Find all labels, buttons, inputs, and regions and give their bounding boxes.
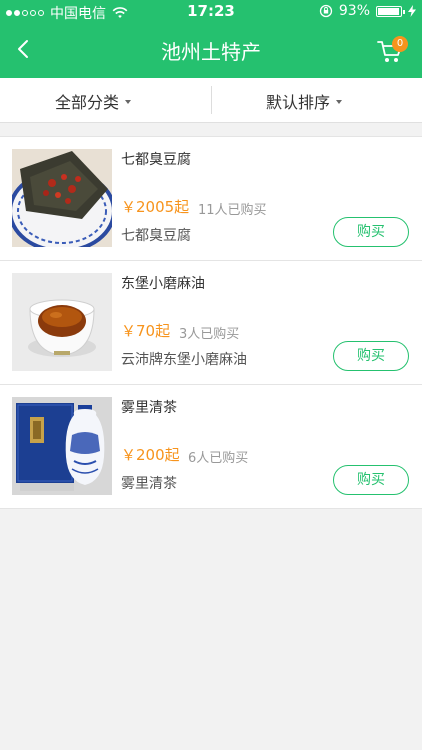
status-right: 93% <box>319 3 416 19</box>
product-image-tea[interactable] <box>12 397 112 495</box>
battery-icon <box>376 5 405 17</box>
category-filter[interactable]: 全部分类 <box>55 89 132 113</box>
filter-bar: 全部分类 默认排序 <box>0 78 422 123</box>
caret-down-icon <box>125 100 132 104</box>
buy-button[interactable]: 购买 <box>333 465 409 495</box>
caret-down-icon <box>336 100 343 104</box>
product-name: 东堡小磨麻油 <box>121 276 205 292</box>
buy-button[interactable]: 购买 <box>333 341 409 371</box>
product-image-stinky-tofu[interactable] <box>12 149 112 247</box>
category-filter-label: 全部分类 <box>55 93 120 112</box>
product-price: ￥70起 <box>121 322 171 340</box>
product-image-sesame-oil[interactable] <box>12 273 112 371</box>
sort-filter[interactable]: 默认排序 <box>266 89 343 113</box>
product-name: 七都臭豆腐 <box>121 152 191 168</box>
product-subtitle: 雾里清茶 <box>121 476 177 492</box>
product-price: ￥200起 <box>121 446 180 464</box>
battery-percent: 93% <box>338 3 370 19</box>
product-item[interactable]: 东堡小磨麻油 ￥70起 3人已购买 云沛牌东堡小磨麻油 购买 <box>0 261 422 385</box>
product-list: 七都臭豆腐 ￥2005起 11人已购买 七都臭豆腐 购买 东堡小磨麻油 ￥70起… <box>0 136 422 509</box>
product-sold-count: 3人已购买 <box>179 327 240 342</box>
product-item[interactable]: 七都臭豆腐 ￥2005起 11人已购买 七都臭豆腐 购买 <box>0 137 422 261</box>
top-bar: 中国电信 17:23 93% 池州土特产 0 <box>0 0 422 78</box>
status-bar: 中国电信 17:23 93% <box>0 0 422 22</box>
product-sold-count: 6人已购买 <box>188 451 249 466</box>
product-subtitle: 云沛牌东堡小磨麻油 <box>121 352 247 368</box>
product-name: 雾里清茶 <box>121 400 177 416</box>
product-subtitle: 七都臭豆腐 <box>121 228 191 244</box>
page-title: 池州土特产 <box>161 40 261 64</box>
nav-bar: 池州土特产 0 <box>0 22 422 78</box>
filter-divider <box>211 86 212 114</box>
buy-button[interactable]: 购买 <box>333 217 409 247</box>
product-sold-count: 11人已购买 <box>198 203 267 218</box>
product-price: ￥2005起 <box>121 198 190 216</box>
rotation-lock-icon <box>319 4 333 18</box>
cart-count-badge: 0 <box>392 36 408 52</box>
sort-filter-label: 默认排序 <box>266 93 331 112</box>
charging-icon <box>408 5 416 17</box>
product-item[interactable]: 雾里清茶 ￥200起 6人已购买 雾里清茶 购买 <box>0 385 422 508</box>
